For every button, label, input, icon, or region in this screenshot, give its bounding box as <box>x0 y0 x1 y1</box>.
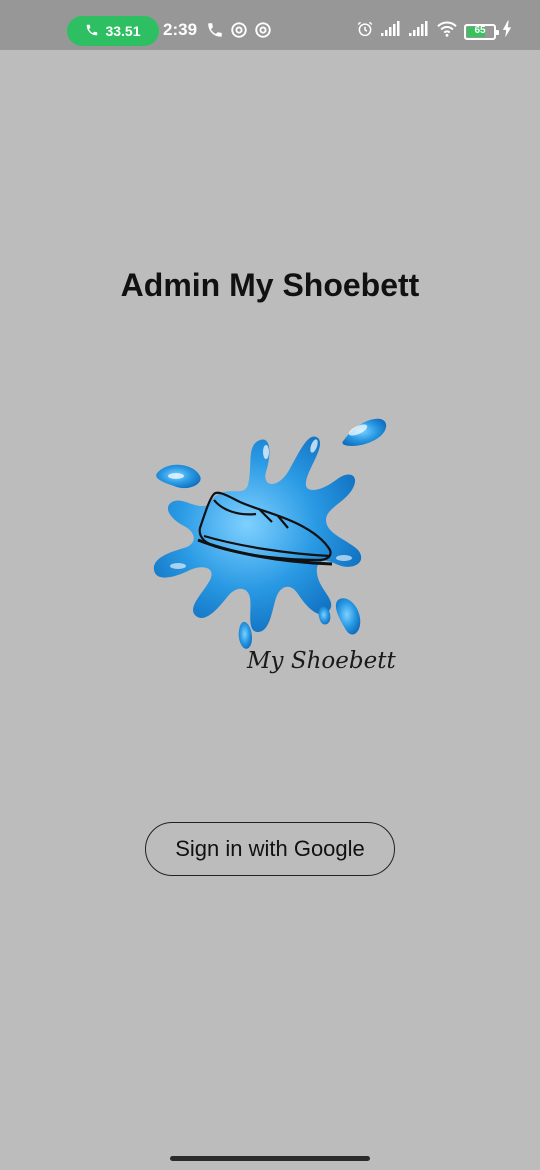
ongoing-call-pill[interactable]: 33.51 <box>67 16 159 46</box>
signal-strength-icon <box>408 20 430 43</box>
charging-bolt-icon <box>502 20 512 43</box>
alarm-icon <box>356 20 374 43</box>
status-bar: 33.51 2:39 65 <box>0 0 540 50</box>
at-sign-notification-icon <box>230 21 248 44</box>
sign-in-with-google-button[interactable]: Sign in with Google <box>145 822 395 876</box>
signal-strength-icon <box>380 20 402 43</box>
wifi-icon <box>436 20 458 43</box>
battery-level-text: 65 <box>474 24 486 36</box>
logo-caption: My Shoebett <box>247 648 396 674</box>
at-sign-notification-icon <box>254 21 272 44</box>
page-title: Admin My Shoebett <box>120 267 420 303</box>
call-timer: 33.51 <box>105 23 141 39</box>
home-indicator[interactable] <box>170 1156 370 1161</box>
battery-icon: 65 <box>464 23 499 40</box>
status-time: 2:39 <box>163 20 198 39</box>
phone-icon <box>85 23 99 40</box>
phone-icon <box>206 21 224 44</box>
